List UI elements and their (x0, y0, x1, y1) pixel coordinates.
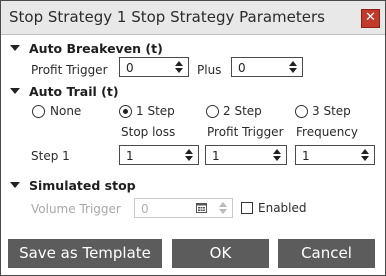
simulated-stop-section-header[interactable]: Simulated stop (10, 178, 136, 193)
col-profit-trigger-header: Profit Trigger (207, 125, 284, 139)
cancel-button[interactable]: Cancel (278, 239, 375, 268)
volume-trigger-spinner[interactable]: 0 (134, 198, 233, 218)
spinner-arrows-icon[interactable] (219, 201, 227, 215)
title-bar: Stop Strategy 1 Stop Strategy Parameters… (1, 1, 385, 35)
volume-trigger-value: 0 (141, 202, 149, 216)
step-1-label: Step 1 (31, 149, 70, 163)
chevron-down-icon (10, 182, 20, 188)
dialog-title: Stop Strategy 1 Stop Strategy Parameters (9, 8, 325, 26)
profit-trigger-label: Profit Trigger (31, 63, 108, 77)
radio-3-step-label: 3 Step (312, 104, 351, 118)
radio-1-step[interactable] (119, 105, 132, 118)
auto-trail-title: Auto Trail (t) (29, 84, 119, 99)
auto-trail-section-header[interactable]: Auto Trail (t) (10, 84, 119, 99)
col-stop-loss-header: Stop loss (121, 125, 176, 139)
enabled-label: Enabled (258, 201, 307, 215)
spinner-arrows-icon[interactable] (361, 148, 369, 162)
profit-trigger-spinner[interactable]: 0 (119, 57, 189, 77)
stop-strategy-dialog: Stop Strategy 1 Stop Strategy Parameters… (0, 0, 386, 276)
plus-spinner[interactable]: 0 (231, 57, 303, 77)
radio-3-step[interactable] (295, 105, 308, 118)
stop-loss-spinner[interactable]: 1 (119, 145, 199, 165)
frequency-spinner[interactable]: 1 (295, 145, 375, 165)
stop-loss-value: 1 (126, 149, 134, 163)
auto-breakeven-section-header[interactable]: Auto Breakeven (t) (10, 41, 163, 56)
save-as-template-button[interactable]: Save as Template (8, 239, 162, 268)
radio-none[interactable] (32, 105, 45, 118)
spinner-arrows-icon[interactable] (289, 60, 297, 74)
frequency-value: 1 (302, 149, 310, 163)
profit-trigger-step-value: 1 (212, 149, 220, 163)
ok-button[interactable]: OK (172, 239, 269, 268)
enabled-checkbox[interactable] (241, 202, 253, 214)
auto-breakeven-title: Auto Breakeven (t) (29, 41, 163, 56)
radio-1-step-label: 1 Step (136, 104, 175, 118)
profit-trigger-value: 0 (126, 61, 134, 75)
chevron-down-icon (10, 45, 20, 51)
chevron-down-icon (10, 88, 20, 94)
col-frequency-header: Frequency (296, 125, 358, 139)
radio-2-step[interactable] (206, 105, 219, 118)
calendar-icon[interactable] (196, 202, 207, 213)
plus-label: Plus (197, 63, 222, 77)
spinner-arrows-icon[interactable] (185, 148, 193, 162)
radio-none-label: None (50, 104, 82, 118)
spinner-arrows-icon[interactable] (273, 148, 281, 162)
volume-trigger-label: Volume Trigger (31, 202, 121, 216)
spinner-arrows-icon[interactable] (175, 60, 183, 74)
close-icon[interactable]: ✕ (361, 9, 380, 28)
profit-trigger-step-spinner[interactable]: 1 (205, 145, 287, 165)
simulated-stop-title: Simulated stop (29, 178, 136, 193)
plus-value: 0 (238, 61, 246, 75)
radio-2-step-label: 2 Step (223, 104, 262, 118)
